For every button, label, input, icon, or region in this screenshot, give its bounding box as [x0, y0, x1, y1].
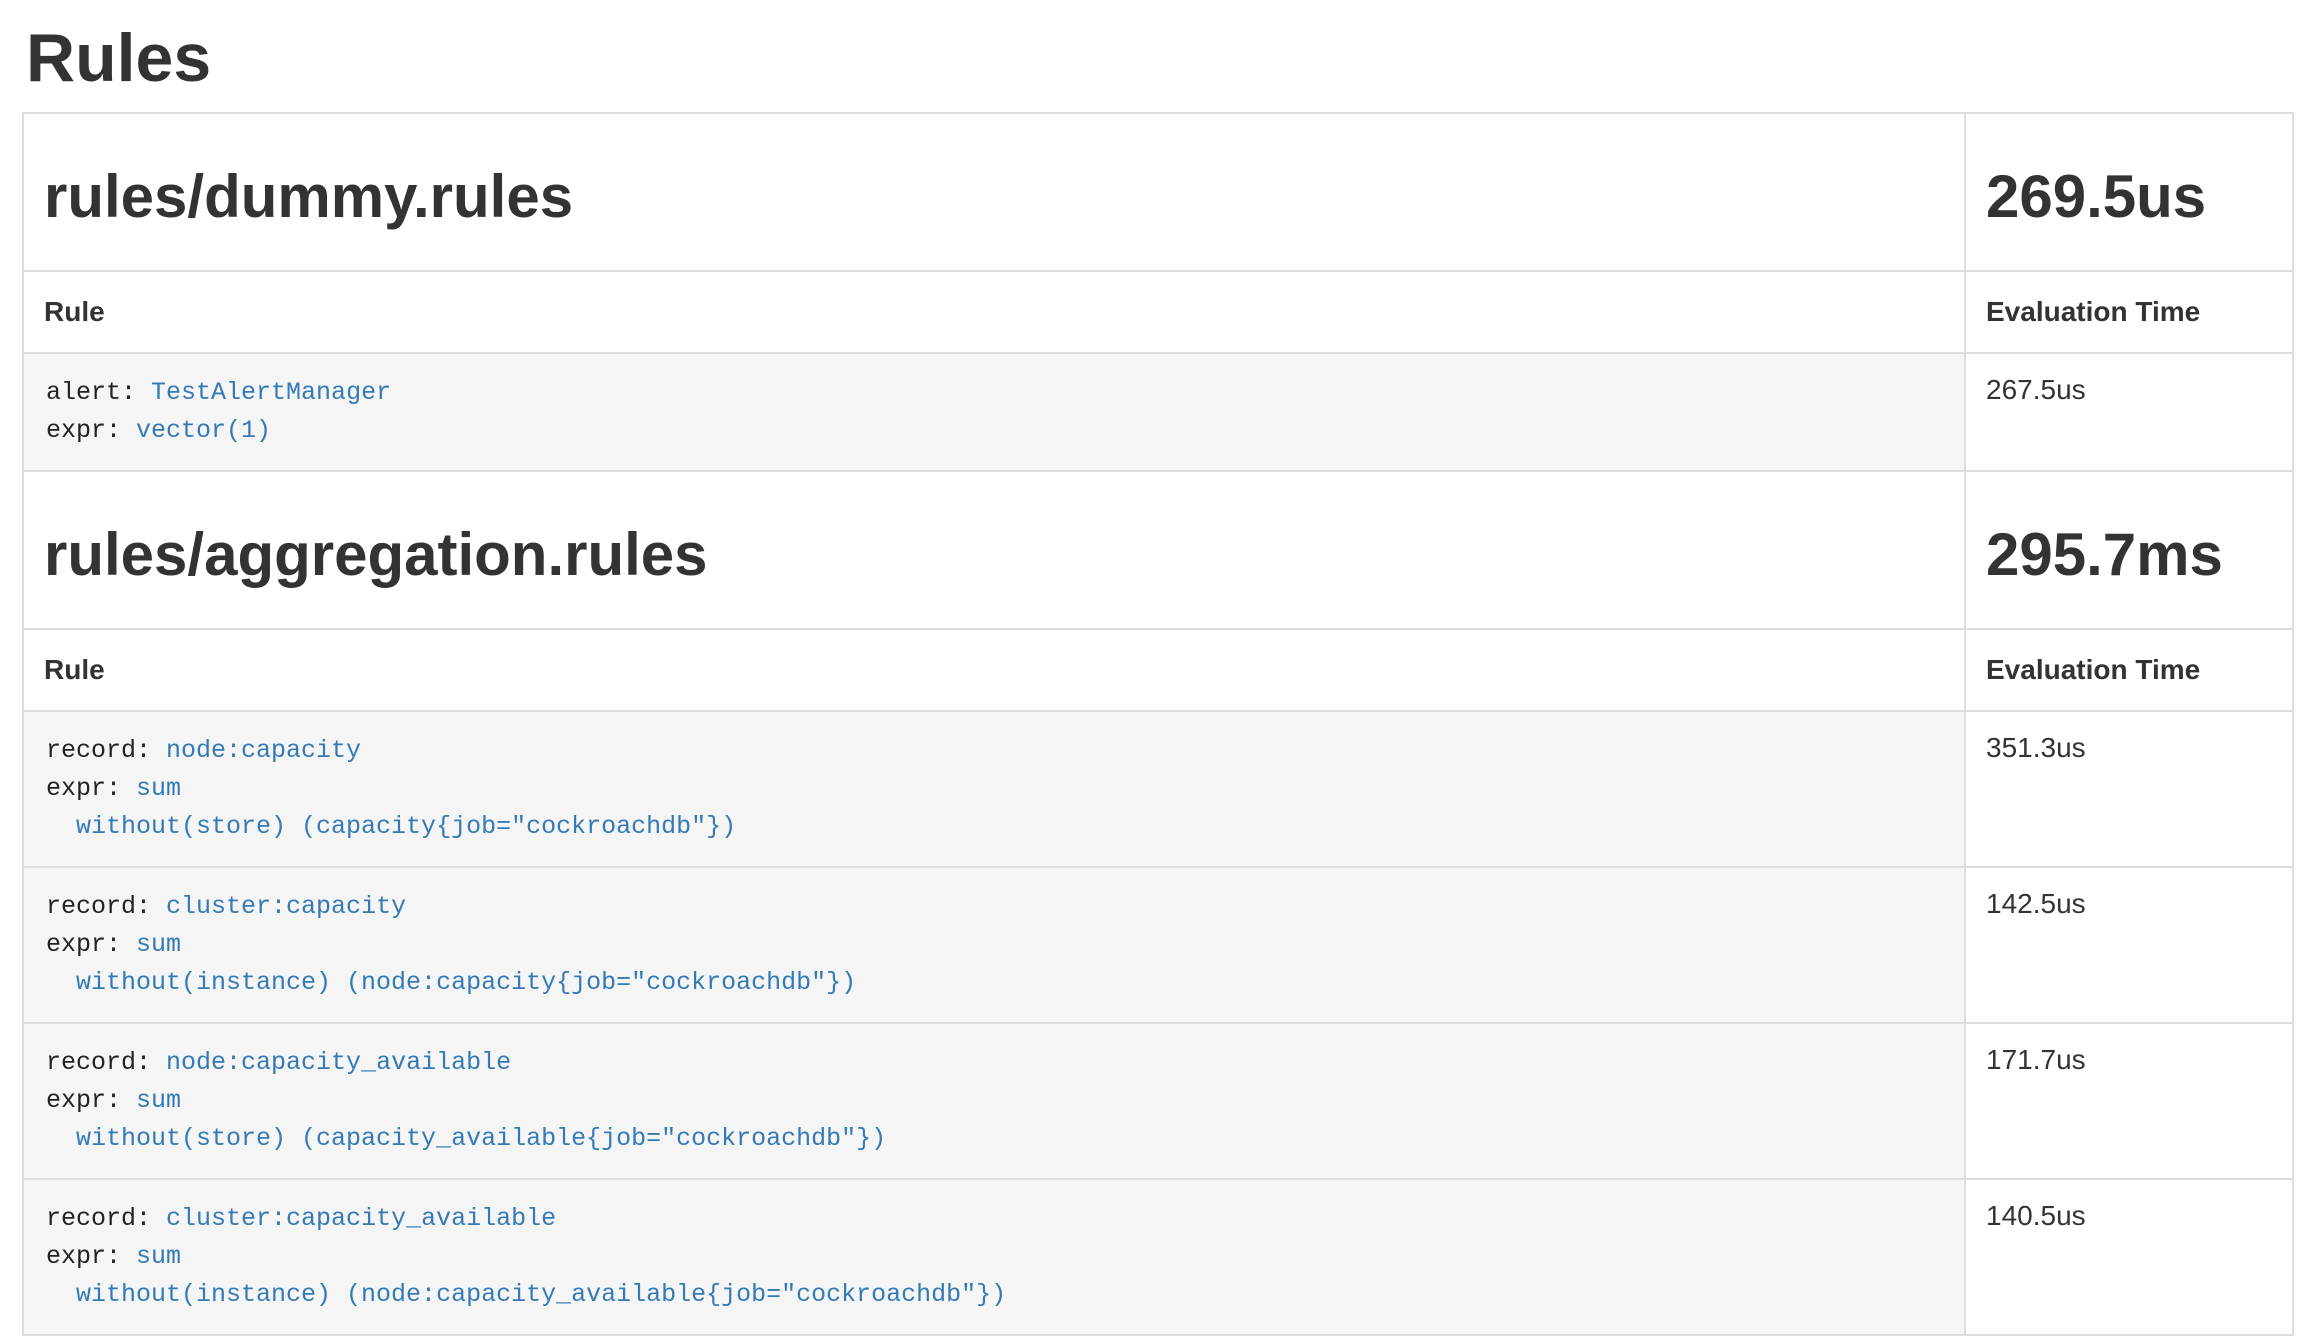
column-header-row: RuleEvaluation Time	[23, 271, 2293, 353]
rule-expression-link[interactable]: sum	[136, 774, 181, 803]
rules-table: rules/dummy.rules269.5usRuleEvaluation T…	[22, 112, 2294, 1336]
rule-eval-time: 140.5us	[1965, 1179, 2293, 1335]
rule-expression-link[interactable]: vector(1)	[136, 416, 271, 445]
rules-table-body: rules/dummy.rules269.5usRuleEvaluation T…	[23, 113, 2293, 1335]
rule-definition-cell: record: cluster:capacity expr: sum witho…	[23, 867, 1965, 1023]
rule-expression-link[interactable]: sum	[136, 1086, 181, 1115]
group-eval-time: 269.5us	[1986, 164, 2272, 230]
eval-time-column-header: Evaluation Time	[1965, 629, 2293, 711]
rule-row: record: cluster:capacity expr: sum witho…	[23, 867, 2293, 1023]
rule-expression-link[interactable]: node:capacity	[166, 736, 361, 765]
rule-file-cell: rules/aggregation.rules	[23, 471, 1965, 629]
rule-column-header: Rule	[23, 271, 1965, 353]
rule-keyword: record:	[46, 1048, 166, 1077]
rule-row: record: node:capacity_available expr: su…	[23, 1023, 2293, 1179]
rule-keyword: expr:	[46, 930, 136, 959]
rule-definition-cell: record: cluster:capacity_available expr:…	[23, 1179, 1965, 1335]
rule-keyword: expr:	[46, 1242, 136, 1271]
rule-definition: record: cluster:capacity expr: sum witho…	[24, 868, 1964, 1022]
rule-expression-link[interactable]: without(instance) (node:capacity{job="co…	[46, 968, 856, 997]
rule-row: record: cluster:capacity_available expr:…	[23, 1179, 2293, 1335]
rule-row: record: node:capacity expr: sum without(…	[23, 711, 2293, 867]
rule-file-name: rules/dummy.rules	[44, 164, 1944, 230]
column-header-row: RuleEvaluation Time	[23, 629, 2293, 711]
rule-expression-link[interactable]: without(store) (capacity_available{job="…	[46, 1124, 886, 1153]
rule-expression-link[interactable]: node:capacity_available	[166, 1048, 511, 1077]
rule-definition: alert: TestAlertManager expr: vector(1)	[24, 354, 1964, 470]
rule-expression-link[interactable]: cluster:capacity_available	[166, 1204, 556, 1233]
rule-file-cell: rules/dummy.rules	[23, 113, 1965, 271]
rule-expression-link[interactable]: cluster:capacity	[166, 892, 406, 921]
rule-eval-time: 351.3us	[1965, 711, 2293, 867]
rule-group-header-row: rules/aggregation.rules 295.7ms	[23, 471, 2293, 629]
rule-expression-link[interactable]: without(store) (capacity{job="cockroachd…	[46, 812, 736, 841]
rule-definition: record: node:capacity_available expr: su…	[24, 1024, 1964, 1178]
rule-row: alert: TestAlertManager expr: vector(1)2…	[23, 353, 2293, 471]
rule-definition-cell: alert: TestAlertManager expr: vector(1)	[23, 353, 1965, 471]
rule-keyword: record:	[46, 892, 166, 921]
eval-time-column-header: Evaluation Time	[1965, 271, 2293, 353]
rule-keyword: record:	[46, 1204, 166, 1233]
rule-keyword: record:	[46, 736, 166, 765]
rule-keyword: expr:	[46, 1086, 136, 1115]
rule-definition-cell: record: node:capacity expr: sum without(…	[23, 711, 1965, 867]
rule-expression-link[interactable]: TestAlertManager	[151, 378, 391, 407]
rule-eval-time: 171.7us	[1965, 1023, 2293, 1179]
rule-eval-time: 142.5us	[1965, 867, 2293, 1023]
rule-definition: record: cluster:capacity_available expr:…	[24, 1180, 1964, 1334]
group-eval-time: 295.7ms	[1986, 522, 2272, 588]
rule-expression-link[interactable]: without(instance) (node:capacity_availab…	[46, 1280, 1006, 1309]
group-eval-time-cell: 269.5us	[1965, 113, 2293, 271]
rule-definition: record: node:capacity expr: sum without(…	[24, 712, 1964, 866]
rule-file-name: rules/aggregation.rules	[44, 522, 1944, 588]
rule-eval-time: 267.5us	[1965, 353, 2293, 471]
rule-group-header-row: rules/dummy.rules 269.5us	[23, 113, 2293, 271]
group-eval-time-cell: 295.7ms	[1965, 471, 2293, 629]
rule-expression-link[interactable]: sum	[136, 1242, 181, 1271]
rule-column-header: Rule	[23, 629, 1965, 711]
page-title: Rules	[26, 22, 2294, 94]
rule-expression-link[interactable]: sum	[136, 930, 181, 959]
rule-keyword: expr:	[46, 774, 136, 803]
rule-definition-cell: record: node:capacity_available expr: su…	[23, 1023, 1965, 1179]
rule-keyword: alert:	[46, 378, 151, 407]
rule-keyword: expr:	[46, 416, 136, 445]
page-container: Rules rules/dummy.rules269.5usRuleEvalua…	[0, 22, 2316, 1336]
